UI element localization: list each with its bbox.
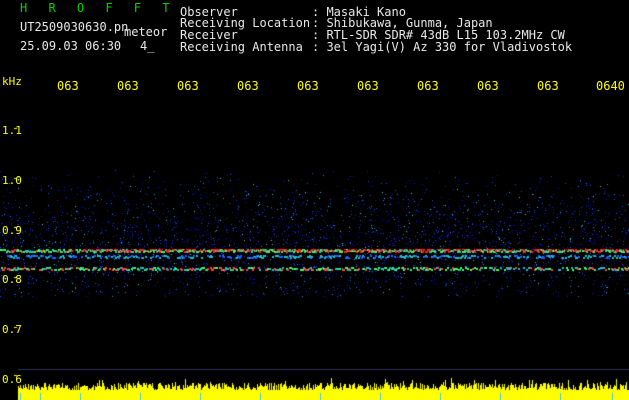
header: H R O F F T UT2509030630.pn meteor 25.09…	[0, 0, 629, 75]
x-tick-label: 063	[117, 79, 139, 93]
x-tick-label: 063	[297, 79, 319, 93]
y-axis-unit: kHz	[2, 75, 22, 88]
y-tick-label: 0.7	[2, 323, 22, 336]
y-tick-label: 0.8	[2, 273, 22, 286]
x-tick-label: 063	[417, 79, 439, 93]
y-tick-label: 0.6	[2, 373, 22, 386]
x-tick-label: 063	[357, 79, 379, 93]
x-tick-label: 063	[537, 79, 559, 93]
mode-label: meteor	[124, 25, 168, 39]
antenna-label: Receiving Antenna	[180, 40, 303, 54]
x-tick-label: 063	[57, 79, 79, 93]
x-tick-label: 063	[477, 79, 499, 93]
y-tick-label: 1.1	[2, 124, 22, 137]
x-tick-label: 063	[177, 79, 199, 93]
x-tick-label: 0640	[596, 79, 625, 93]
y-tick-label: 1.0	[2, 174, 22, 187]
antenna-value: : 3el Yagi(V) Az 330 for Vladivostok	[312, 40, 573, 54]
filename: UT2509030630.pn	[20, 20, 129, 34]
x-tick-label: 063	[237, 79, 259, 93]
waterfall-spectrogram	[0, 75, 629, 400]
program-title: H R O F F T	[20, 1, 177, 15]
count: 4_	[140, 39, 155, 53]
y-tick-label: 0.9	[2, 224, 22, 237]
datetime: 25.09.03 06:30	[20, 39, 122, 53]
